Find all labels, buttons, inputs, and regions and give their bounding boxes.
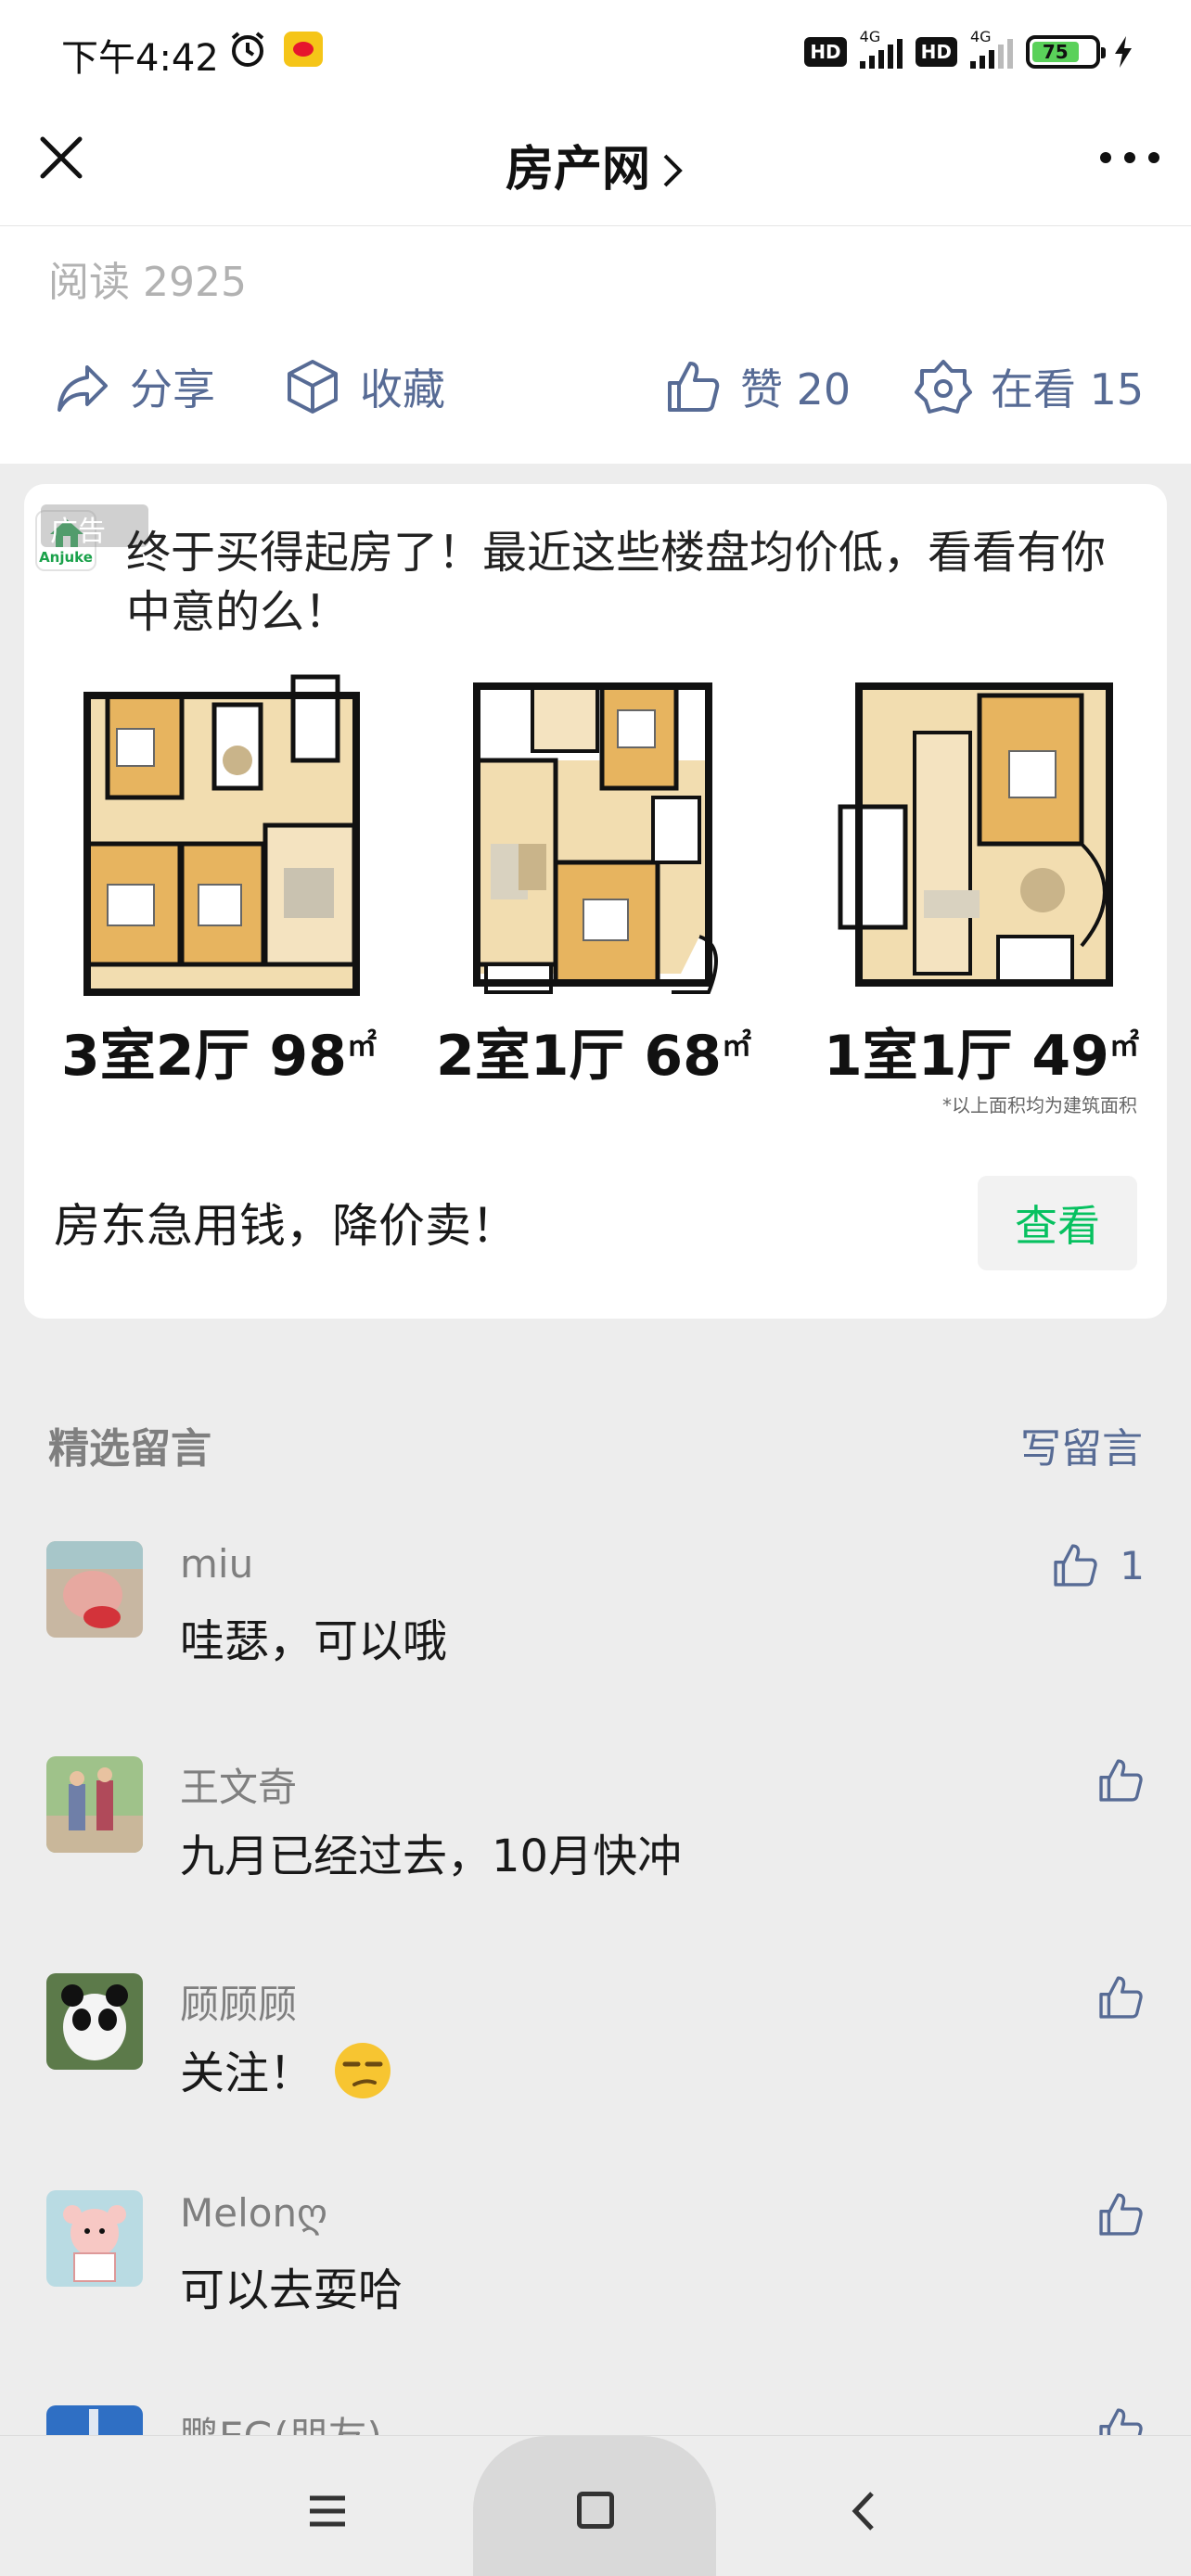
commenter-name: Melonღ xyxy=(180,2190,328,2236)
commenter-name: 王文奇 xyxy=(180,1765,298,1810)
menu-icon[interactable] xyxy=(308,2493,347,2529)
ad-card[interactable]: Anjuke 广告 终于买得起房了！最近这些楼盘均价低，看看有你中意的么！ 3室… xyxy=(24,484,1167,1319)
commenter-name: 顾顾顾 xyxy=(180,1982,298,2027)
comment-like-button[interactable] xyxy=(1096,1973,1145,2021)
thumbs-up-icon xyxy=(668,362,720,412)
read-count: 阅读 2925 xyxy=(48,259,247,306)
comment-text: 哇瑟，可以哦 xyxy=(180,1615,448,1667)
article-footer: 阅读 2925 分享 收藏 赞 20 在看 15 xyxy=(0,226,1191,464)
comment-text: 关注！ xyxy=(180,2036,393,2101)
comment-item: 顾顾顾 关注！ xyxy=(0,1973,1191,2177)
avatar[interactable] xyxy=(46,2405,143,2435)
layout-label: 2室1厅 68㎡ xyxy=(436,1024,751,1089)
floorplan-1br-image xyxy=(838,682,1113,987)
thumbs-up-icon xyxy=(1099,1976,1143,2019)
battery-level: 75 xyxy=(1032,41,1079,63)
hd-icon: HD xyxy=(804,37,847,67)
charging-icon xyxy=(1115,36,1132,68)
comment-text: 可以去耍哈 xyxy=(180,2264,403,2316)
comment-like-button[interactable] xyxy=(1096,2405,1145,2435)
status-indicators: HD 4G HD 4G 75 xyxy=(804,28,1133,72)
system-nav-bar xyxy=(0,2435,1191,2576)
status-time: 下午4:42 xyxy=(61,37,219,80)
comment-item: miu 哇瑟，可以哦 1 xyxy=(0,1541,1191,1745)
floorplan-2br-image xyxy=(473,682,718,994)
more-options-icon[interactable] xyxy=(1100,147,1159,169)
share-label: 分享 xyxy=(130,364,215,414)
hd-icon: HD xyxy=(915,37,957,67)
comment-text: 九月已经过去，10月快冲 xyxy=(180,1830,683,1882)
write-comment-button[interactable]: 写留言 xyxy=(1020,1415,1143,1474)
comment-like-button[interactable]: 1 xyxy=(1051,1541,1145,1589)
account-name: 房产网 xyxy=(505,142,650,198)
comment-item: 鹏EG(朋友) xyxy=(0,2405,1191,2435)
area-note: *以上面积均为建筑面积 xyxy=(942,1094,1137,1116)
avatar[interactable] xyxy=(46,1541,143,1638)
share-button[interactable]: 分享 xyxy=(54,356,215,417)
like-button[interactable]: 赞 20 xyxy=(664,356,851,417)
thumbs-up-icon xyxy=(1099,2193,1143,2236)
avatar[interactable] xyxy=(46,2190,143,2287)
like-count: 1 xyxy=(1120,1542,1145,1588)
account-title[interactable]: 房产网 xyxy=(0,130,1191,199)
battery-icon: 75 xyxy=(1026,35,1106,69)
layout-label: 1室1厅 49㎡ xyxy=(824,1024,1139,1089)
comment-item: Melonღ 可以去耍哈 xyxy=(0,2190,1191,2394)
comment-item: 王文奇 九月已经过去，10月快冲 xyxy=(0,1756,1191,1960)
thumbs-up-icon xyxy=(1054,1544,1097,1587)
watching-icon xyxy=(915,360,972,414)
comment-like-button[interactable] xyxy=(1096,1756,1145,1804)
signal-icon: 4G xyxy=(859,28,903,69)
avatar[interactable] xyxy=(46,1756,143,1853)
comment-like-button[interactable] xyxy=(1096,2190,1145,2238)
floorplan-3br-image xyxy=(83,674,360,996)
thumbs-up-icon xyxy=(1099,2408,1143,2435)
weibo-icon xyxy=(284,32,323,67)
ad-slogan: 房东急用钱，降价卖！ xyxy=(54,1199,518,1253)
status-bar: 下午4:42 HD 4G HD 4G 75 xyxy=(0,0,1191,102)
layout-label: 3室2厅 98㎡ xyxy=(61,1024,377,1089)
back-icon[interactable] xyxy=(850,2490,877,2532)
signal-icon: 4G xyxy=(970,28,1013,69)
ad-title: 终于买得起房了！最近这些楼盘均价低，看看有你中意的么！ xyxy=(126,527,1107,638)
commenter-name: 鹏EG(朋友) xyxy=(180,2405,382,2435)
smirk-emoji-icon xyxy=(335,2043,391,2098)
favorite-label: 收藏 xyxy=(360,364,445,414)
top-nav: 房产网 xyxy=(0,102,1191,226)
view-button[interactable]: 查看 xyxy=(978,1176,1137,1270)
comments-header: 精选留言 xyxy=(48,1425,211,1473)
chevron-right-icon xyxy=(663,154,683,187)
watching-label: 在看 15 xyxy=(991,364,1145,414)
article-actions: 分享 收藏 赞 20 在看 15 xyxy=(0,338,1191,430)
like-label: 赞 20 xyxy=(740,364,852,414)
home-icon[interactable] xyxy=(577,2492,614,2529)
share-icon xyxy=(58,365,108,412)
watching-button[interactable]: 在看 15 xyxy=(915,356,1144,417)
alarm-icon xyxy=(231,32,264,67)
favorite-button[interactable]: 收藏 xyxy=(284,356,445,417)
cube-icon xyxy=(288,360,338,414)
thumbs-up-icon xyxy=(1099,1759,1143,1802)
avatar[interactable] xyxy=(46,1973,143,2070)
commenter-name: miu xyxy=(180,1541,254,1587)
